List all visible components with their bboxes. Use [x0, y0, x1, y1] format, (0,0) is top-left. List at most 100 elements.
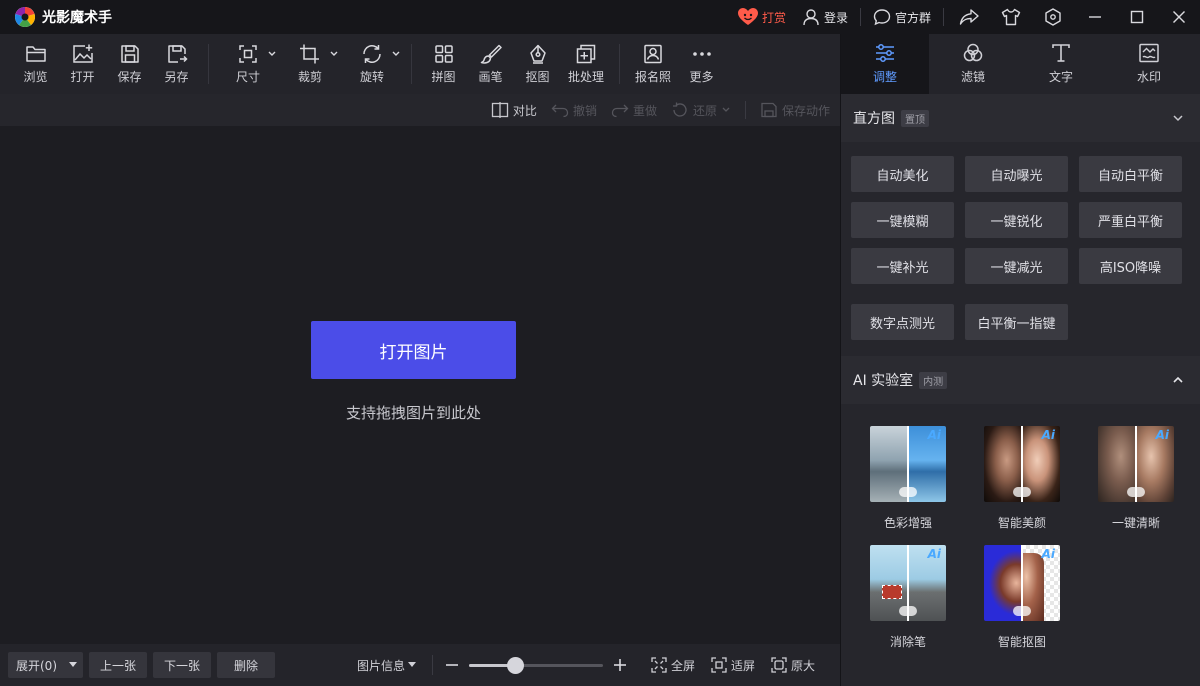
save-button[interactable]: 保存 [106, 34, 153, 94]
white-balance-picker-button[interactable]: 白平衡一指键 [965, 304, 1068, 340]
original-size-button[interactable]: 原大 [771, 657, 815, 674]
open-button[interactable]: 打开 [59, 34, 106, 94]
one-click-clear-thumbnail: Ai [1098, 426, 1174, 502]
browse-button[interactable]: 浏览 [12, 34, 59, 94]
zoom-slider-thumb[interactable] [507, 657, 525, 674]
batch-button[interactable]: 批处理 [561, 34, 611, 94]
tab-adjust-label: 调整 [872, 70, 897, 84]
official-group-button[interactable]: 官方群 [865, 0, 939, 34]
ai-lab-title: AI 实验室 [853, 373, 914, 389]
watermark-icon [1139, 43, 1159, 63]
next-image-button[interactable]: 下一张 [153, 652, 211, 678]
chevron-down-icon[interactable] [267, 50, 277, 58]
save-icon [761, 102, 777, 118]
expand-dropdown[interactable]: 展开(0) [8, 652, 83, 678]
toolbar-divider [619, 44, 620, 84]
color-enhance-label: 色彩增强 [883, 516, 932, 530]
eraser-label: 消除笔 [889, 635, 926, 649]
auto-white-balance-button[interactable]: 自动白平衡 [1079, 156, 1182, 192]
login-label: 登录 [823, 10, 848, 25]
compare-icon [491, 102, 509, 118]
one-click-blur-button[interactable]: 一键模糊 [851, 202, 954, 238]
open-label: 打开 [70, 69, 95, 84]
maximize-button[interactable] [1116, 0, 1158, 34]
compare-button[interactable]: 对比 [491, 102, 537, 119]
crop-button[interactable]: 裁剪 [279, 34, 341, 94]
compare-eye-icon [1013, 487, 1031, 497]
settings-button[interactable] [1032, 0, 1074, 34]
prev-image-button[interactable]: 上一张 [89, 652, 147, 678]
tab-filter[interactable]: 滤镜 [929, 34, 1017, 94]
chevron-down-icon[interactable] [721, 106, 731, 114]
spot-metering-button[interactable]: 数字点测光 [851, 304, 954, 340]
smart-beauty-thumbnail: Ai [984, 426, 1060, 502]
minimize-button[interactable] [1074, 0, 1116, 34]
auto-beautify-button[interactable]: 自动美化 [851, 156, 954, 192]
ai-smart-cutout[interactable]: Ai 智能抠图 [965, 545, 1079, 650]
brush-icon [480, 44, 502, 64]
save-action-button[interactable]: 保存动作 [760, 102, 830, 119]
save-label: 保存 [117, 69, 142, 84]
redo-button[interactable]: 重做 [611, 102, 657, 119]
restore-button[interactable]: 还原 [671, 102, 731, 119]
fullscreen-button[interactable]: 全屏 [651, 657, 695, 674]
chevron-down-icon[interactable] [329, 50, 339, 58]
chevron-down-icon[interactable] [391, 50, 401, 58]
tab-watermark[interactable]: 水印 [1105, 34, 1193, 94]
brush-button[interactable]: 画笔 [467, 34, 514, 94]
ai-lab-section-header[interactable]: AI 实验室 内测 [841, 356, 1200, 404]
ai-badge: Ai [1041, 428, 1055, 442]
close-button[interactable] [1158, 0, 1200, 34]
tab-text-label: 文字 [1048, 70, 1073, 84]
chevron-up-icon[interactable] [1172, 376, 1184, 384]
sliders-icon [876, 44, 894, 62]
one-click-reduce-light-button[interactable]: 一键减光 [965, 248, 1068, 284]
fit-screen-button[interactable]: 适屏 [711, 657, 755, 674]
save-as-label: 另存 [164, 69, 189, 84]
maximize-icon [1130, 10, 1144, 24]
more-button[interactable]: 更多 [678, 34, 725, 94]
ai-badge: Ai [1155, 428, 1169, 442]
collage-button[interactable]: 拼图 [420, 34, 467, 94]
ai-one-click-clear[interactable]: Ai 一键清晰 [1079, 426, 1193, 531]
undo-button[interactable]: 撤销 [551, 102, 597, 119]
tab-text[interactable]: 文字 [1017, 34, 1105, 94]
fit-screen-icon [711, 657, 727, 673]
ai-smart-beauty[interactable]: Ai 智能美颜 [965, 426, 1079, 531]
zoom-out-button[interactable] [443, 656, 461, 674]
pin-top-badge[interactable]: 置顶 [901, 109, 929, 127]
histogram-section-header[interactable]: 直方图 置顶 [841, 94, 1200, 142]
zoom-in-button[interactable] [611, 656, 629, 674]
size-button[interactable]: 尺寸 [217, 34, 279, 94]
rotate-button[interactable]: 旋转 [341, 34, 403, 94]
hexagon-settings-icon [1045, 8, 1061, 26]
high-iso-denoise-button[interactable]: 高ISO降噪 [1079, 248, 1182, 284]
image-canvas[interactable]: 打开图片 支持拖拽图片到此处 [0, 126, 840, 644]
reward-button[interactable]: 打赏 [730, 0, 794, 34]
auto-exposure-button[interactable]: 自动曝光 [965, 156, 1068, 192]
share-button[interactable] [948, 0, 990, 34]
bottom-bar: 展开(0) 上一张 下一张 删除 图片信息 全屏 适屏 原大 [0, 644, 840, 686]
text-t-icon [1052, 44, 1070, 62]
chevron-down-icon[interactable] [1172, 114, 1184, 122]
id-photo-button[interactable]: 报名照 [628, 34, 678, 94]
save-as-button[interactable]: 另存 [153, 34, 200, 94]
ai-color-enhance[interactable]: Ai 色彩增强 [851, 426, 965, 531]
app-title: 光影魔术手 [42, 10, 112, 26]
strict-white-balance-button[interactable]: 严重白平衡 [1079, 202, 1182, 238]
cutout-button[interactable]: 抠图 [514, 34, 561, 94]
id-photo-label: 报名照 [634, 69, 671, 84]
minimize-icon [1089, 16, 1101, 18]
skin-button[interactable] [990, 0, 1032, 34]
image-info-dropdown[interactable]: 图片信息 [357, 657, 417, 674]
open-image-button[interactable]: 打开图片 [311, 321, 516, 379]
delete-button[interactable]: 删除 [217, 652, 275, 678]
tab-adjust[interactable]: 调整 [841, 34, 929, 94]
one-click-fill-light-button[interactable]: 一键补光 [851, 248, 954, 284]
zoom-slider[interactable] [469, 656, 604, 674]
login-button[interactable]: 登录 [794, 0, 856, 34]
titlebar-divider [859, 8, 861, 26]
ai-eraser[interactable]: Ai 消除笔 [851, 545, 965, 650]
titlebar-divider [943, 8, 944, 26]
one-click-sharpen-button[interactable]: 一键锐化 [965, 202, 1068, 238]
